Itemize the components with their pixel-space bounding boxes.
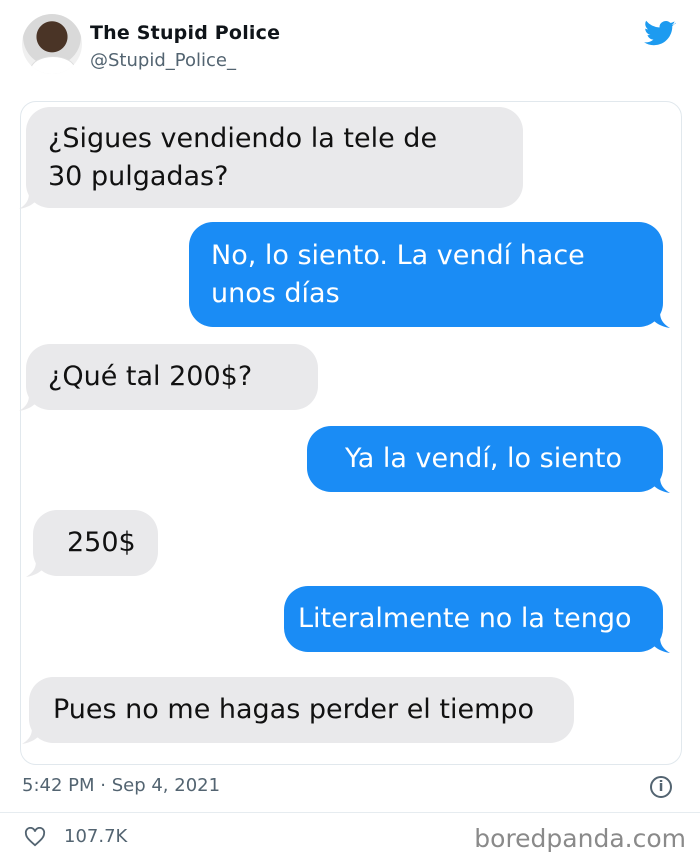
message-bubble-sent: Ya la vendí, lo siento [307, 426, 670, 493]
twitter-bird-icon [644, 20, 676, 46]
bubble-tail [22, 726, 44, 744]
like-count[interactable]: 107.7K [64, 826, 127, 847]
screenshot-card: ¿Sigues vendiendo la tele de 30 pulgadas… [19, 101, 682, 765]
divider [0, 812, 700, 813]
bubble-tail [26, 559, 48, 577]
message-bubble-sent: Literalmente no la tengo [284, 586, 670, 653]
bubble-tail [648, 635, 670, 653]
message-bubble-received: 250$ [26, 510, 158, 577]
message-bubble-received: ¿Sigues vendiendo la tele de 30 pulgadas… [19, 107, 523, 209]
message-line: ¿Qué tal 200$? [48, 361, 253, 392]
tweet-header: The Stupid Police @Stupid_Police_ [22, 14, 682, 80]
heart-icon[interactable] [24, 827, 46, 847]
message-line: No, lo siento. La vendí hace [211, 240, 585, 271]
message-line: Pues no me hagas perder el tiempo [53, 694, 535, 725]
bubble-tail [19, 191, 41, 209]
message-bubble-received: ¿Qué tal 200$? [19, 344, 318, 411]
message-line: unos días [211, 278, 340, 309]
message-line: Literalmente no la tengo [298, 603, 632, 634]
bubble-tail [648, 310, 670, 328]
tweet-timestamp[interactable]: 5:42 PM · Sep 4, 2021 [22, 775, 220, 796]
info-icon[interactable]: i [650, 776, 672, 798]
bubble-tail [19, 393, 41, 411]
author-handle[interactable]: @Stupid_Police_ [90, 50, 236, 71]
message-line: 30 pulgadas? [48, 161, 229, 192]
message-bubble-received: Pues no me hagas perder el tiempo [22, 677, 574, 744]
message-line: 250$ [67, 527, 136, 558]
author-name[interactable]: The Stupid Police [90, 22, 280, 44]
message-bubble-sent: No, lo siento. La vendí hace unos días [189, 222, 670, 328]
avatar[interactable] [22, 14, 82, 74]
message-line: ¿Sigues vendiendo la tele de [48, 123, 438, 154]
bubble-tail [648, 475, 670, 493]
message-line: Ya la vendí, lo siento [345, 443, 623, 474]
watermark: boredpanda.com [474, 824, 686, 853]
